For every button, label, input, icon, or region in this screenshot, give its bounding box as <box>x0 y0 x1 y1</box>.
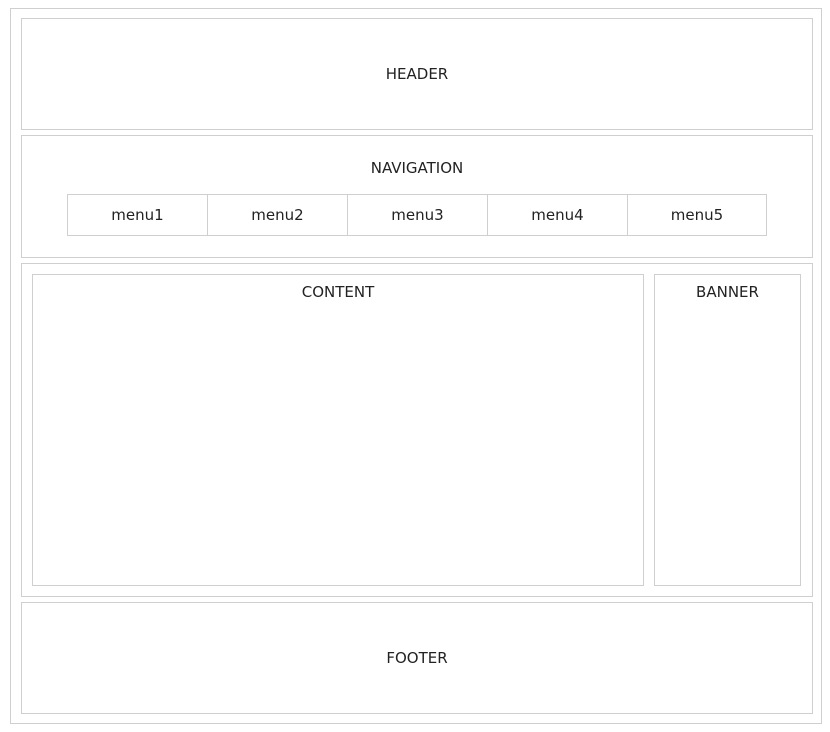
menu-item-label: menu4 <box>531 206 584 224</box>
banner-area: BANNER <box>654 274 801 586</box>
content-area: CONTENT <box>32 274 644 586</box>
menu-item-label: menu5 <box>670 206 724 224</box>
menu-item-1[interactable]: menu1 <box>67 194 208 236</box>
menu-item-label: menu2 <box>251 206 304 224</box>
menu-item-5[interactable]: menu5 <box>627 194 767 236</box>
navigation-label: NAVIGATION <box>370 159 464 177</box>
content-label: CONTENT <box>301 283 375 301</box>
header-section: HEADER <box>21 18 813 130</box>
menu-item-4[interactable]: menu4 <box>487 194 628 236</box>
header-label: HEADER <box>385 65 449 83</box>
menu-item-label: menu1 <box>111 206 164 224</box>
menu-item-label: menu3 <box>391 206 444 224</box>
banner-label: BANNER <box>696 283 759 301</box>
footer-section: FOOTER <box>21 602 813 714</box>
menu-item-3[interactable]: menu3 <box>347 194 488 236</box>
menu-item-2[interactable]: menu2 <box>207 194 348 236</box>
footer-label: FOOTER <box>386 649 448 667</box>
